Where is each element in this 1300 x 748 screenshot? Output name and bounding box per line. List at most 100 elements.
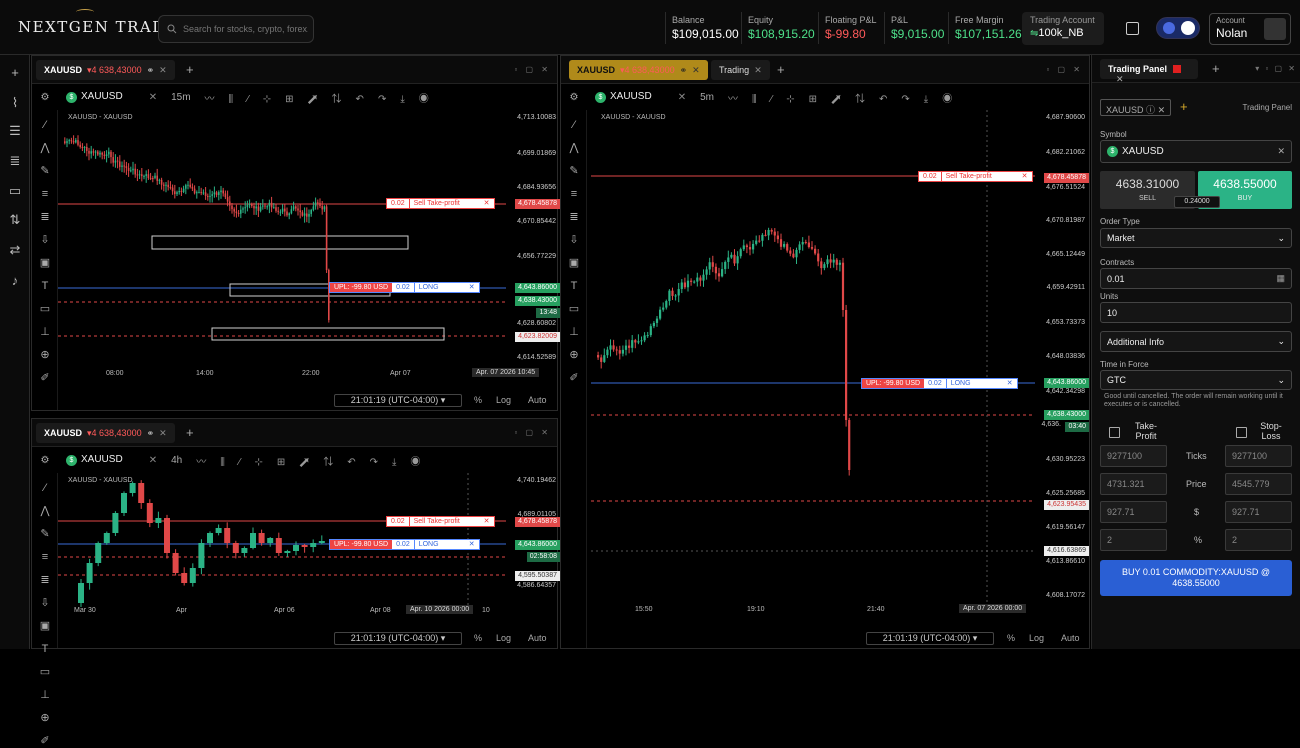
window-buttons[interactable]: ▫ ▢ ✕ <box>514 428 551 437</box>
close-icon[interactable]: ✕ <box>465 283 479 292</box>
close-icon[interactable]: ✕ <box>1158 105 1166 115</box>
arrow-down-icon[interactable]: ⇩ <box>38 596 52 610</box>
measure-icon[interactable]: ⊥ <box>38 325 52 339</box>
chart-tools[interactable]: 〰⫼⁄⊹⊞⬈⇅↶↷⤓◉ <box>196 453 434 468</box>
stop-loss-checkbox[interactable] <box>1236 427 1247 438</box>
percent-button[interactable]: % <box>474 633 482 643</box>
long-position[interactable]: UPL: -99.80 USD 0.02 LONG ✕ <box>861 378 1018 389</box>
order-type-select[interactable]: Market ⌄ <box>1100 228 1292 248</box>
chart-icon[interactable]: ⌇ <box>7 95 23 111</box>
tab-trading[interactable]: Trading ✕ <box>711 60 770 80</box>
zoom-icon[interactable]: ⊕ <box>38 711 52 725</box>
long-position[interactable]: UPL: -99.80 USD 0.02 LONG ✕ <box>329 282 480 293</box>
add-tab-icon[interactable]: + <box>186 425 194 440</box>
tab-xauusd[interactable]: XAUUSD ▾4 638,43000 ⚭ ✕ <box>36 60 175 80</box>
close-icon[interactable]: ✕ <box>480 517 494 526</box>
sl-ticks-input[interactable]: 9277100 <box>1225 445 1292 467</box>
window-buttons[interactable]: ▫ ▢ ✕ <box>1046 65 1083 74</box>
settings-icon[interactable]: ⚙ <box>561 92 587 103</box>
symbol-selector[interactable]: $ XAUUSD <box>66 454 123 466</box>
watchlist-icon[interactable]: ≣ <box>7 153 23 169</box>
settings-icon[interactable]: ⚙ <box>32 92 58 103</box>
close-icon[interactable]: ✕ <box>678 92 686 103</box>
long-position[interactable]: UPL: -99.80 USD 0.02 LONG ✕ <box>329 539 480 550</box>
pencil-icon[interactable]: ✐ <box>38 734 52 748</box>
close-icon[interactable]: ✕ <box>480 199 494 208</box>
search-box[interactable] <box>158 15 314 43</box>
pattern-tool-icon[interactable]: ⋀ <box>38 504 52 518</box>
tp-percent-input[interactable]: 2 <box>1100 529 1167 551</box>
note-tool-icon[interactable]: ▣ <box>567 256 581 270</box>
book-icon[interactable]: ▭ <box>7 183 23 199</box>
candlestick-chart[interactable] <box>591 110 1035 606</box>
text-tool-icon[interactable]: T <box>38 279 52 293</box>
account-menu[interactable]: Account Nolan <box>1209 13 1291 45</box>
sl-price-input[interactable]: 4545.779 <box>1225 473 1292 495</box>
line-tool-icon[interactable]: ⁄ <box>567 118 581 132</box>
candlestick-chart[interactable] <box>58 110 506 370</box>
settings-icon[interactable]: ⚙ <box>32 455 58 466</box>
take-profit-order[interactable]: 0.02 Sell Take-profit ✕ <box>386 516 495 527</box>
tp-dollar-input[interactable]: 927.71 <box>1100 501 1167 523</box>
add-tab-icon[interactable]: + <box>777 62 785 77</box>
line-tool-icon[interactable]: ⁄ <box>38 118 52 132</box>
log-button[interactable]: Log <box>496 633 511 643</box>
list-icon[interactable]: ☰ <box>7 123 23 139</box>
submit-buy-button[interactable]: BUY 0.01 COMMODITY:XAUUSD @ 4638.55000 <box>1100 560 1292 596</box>
symbol-field[interactable]: $ XAUUSD ✕ <box>1100 140 1292 163</box>
percent-button[interactable]: % <box>474 395 482 405</box>
channel-tool-icon[interactable]: ≣ <box>38 210 52 224</box>
tab-xauusd[interactable]: XAUUSD ▾4 638,43000 ⚭ ✕ <box>569 60 708 80</box>
timeframe-selector[interactable]: 4h <box>171 455 182 466</box>
timeframe-selector[interactable]: 15m <box>171 92 190 103</box>
ruler-icon[interactable]: ▭ <box>38 665 52 679</box>
percent-button[interactable]: % <box>1007 633 1015 643</box>
pattern-tool-icon[interactable]: ⋀ <box>567 141 581 155</box>
link-icon[interactable]: ⚭ <box>147 428 155 439</box>
contracts-input[interactable]: 0.01 ▦ <box>1100 268 1292 289</box>
take-profit-order[interactable]: 0.02 Sell Take-profit ✕ <box>918 171 1033 182</box>
close-icon[interactable]: ✕ <box>465 540 479 549</box>
auto-button[interactable]: Auto <box>528 395 547 405</box>
symbol-selector[interactable]: $ XAUUSD <box>595 91 652 103</box>
brush-tool-icon[interactable]: ✎ <box>38 527 52 541</box>
add-icon[interactable]: + <box>7 65 23 81</box>
brush-tool-icon[interactable]: ✎ <box>567 164 581 178</box>
fib-tool-icon[interactable]: ≡ <box>38 550 52 564</box>
window-buttons[interactable]: ▾ ▫ ▢ ✕ <box>1255 64 1297 73</box>
close-icon[interactable]: ✕ <box>149 455 157 466</box>
chart-tools[interactable]: 〰⫼⁄⊹⊞⬈⇅↶↷⤓◉ <box>205 90 443 105</box>
tp-price-input[interactable]: 4731.321 <box>1100 473 1167 495</box>
transfer-icon[interactable]: ⇄ <box>7 242 23 258</box>
channel-tool-icon[interactable]: ≣ <box>38 573 52 587</box>
close-icon[interactable]: ✕ <box>159 428 167 439</box>
log-button[interactable]: Log <box>496 395 511 405</box>
auto-button[interactable]: Auto <box>528 633 547 643</box>
timezone-selector[interactable]: 21:01:19 (UTC-04:00) ▾ <box>334 632 462 645</box>
tab-trading-panel[interactable]: Trading Panel✕ <box>1100 59 1198 84</box>
close-icon[interactable]: ✕ <box>1116 74 1124 84</box>
link-icon[interactable]: ⚭ <box>147 65 155 76</box>
symbol-chip[interactable]: XAUUSD ⓘ ✕ <box>1100 99 1172 116</box>
zoom-icon[interactable]: ⊕ <box>38 348 52 362</box>
symbol-selector[interactable]: $ XAUUSD <box>66 91 123 103</box>
timezone-selector[interactable]: 21:01:19 (UTC-04:00) ▾ <box>866 632 994 645</box>
link-icon[interactable]: ⚭ <box>680 65 688 76</box>
add-symbol-icon[interactable]: + <box>1180 99 1188 114</box>
auto-button[interactable]: Auto <box>1061 633 1080 643</box>
calculator-icon[interactable]: ▦ <box>1276 273 1285 284</box>
tif-select[interactable]: GTC ⌄ <box>1100 370 1292 390</box>
ruler-icon[interactable]: ▭ <box>38 302 52 316</box>
trade-icon[interactable]: ⇅ <box>7 212 23 228</box>
take-profit-order[interactable]: 0.02 Sell Take-profit ✕ <box>386 198 495 209</box>
trading-account-selector[interactable]: Trading Account ⇋100k_NB <box>1022 12 1104 45</box>
add-tab-icon[interactable]: + <box>186 62 194 77</box>
sl-dollar-input[interactable]: 927.71 <box>1225 501 1292 523</box>
line-tool-icon[interactable]: ⁄ <box>38 481 52 495</box>
log-button[interactable]: Log <box>1029 633 1044 643</box>
close-icon[interactable]: ✕ <box>1277 146 1285 157</box>
text-tool-icon[interactable]: T <box>567 279 581 293</box>
arrow-down-icon[interactable]: ⇩ <box>38 233 52 247</box>
timezone-selector[interactable]: 21:01:19 (UTC-04:00) ▾ <box>334 394 462 407</box>
bell-icon[interactable]: ♪ <box>7 273 23 289</box>
